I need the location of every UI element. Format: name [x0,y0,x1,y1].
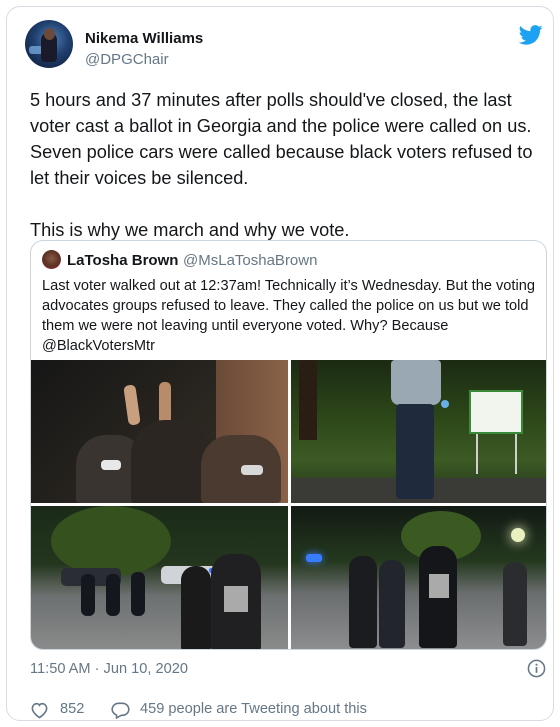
shirt-print [429,574,449,598]
walker [503,562,527,646]
officer [131,572,145,616]
walker [379,560,405,648]
man-shirt [391,360,441,405]
face-mask [101,460,121,470]
reply-bubble-icon[interactable] [111,701,130,719]
photo-crowd[interactable] [31,360,288,503]
author-avatar[interactable] [25,20,73,68]
tweet-card[interactable]: Nikema Williams @DPGChair 5 hours and 37… [6,6,554,721]
quoted-tweet[interactable]: LaTosha Brown @MsLaToshaBrown Last voter… [30,240,547,650]
quoted-text: Last voter walked out at 12:37am! Techni… [42,278,535,354]
quoted-author-name[interactable]: LaTosha Brown [67,252,178,269]
tweet-actions: 852 459 people are Tweeting about this [30,700,530,722]
tree-trunk [299,360,317,440]
street-light [511,528,525,542]
person-silhouette [131,420,211,503]
photo-grid[interactable] [31,360,546,649]
officer [81,574,95,616]
tweet-text: 5 hours and 37 minutes after polls shoul… [30,90,533,240]
like-count[interactable]: 852 [60,701,84,717]
author-name[interactable]: Nikema Williams [85,30,203,47]
photo-man-with-sign[interactable] [291,360,546,503]
walker [349,556,377,648]
twitter-bird-icon[interactable] [519,25,543,45]
quoted-author-avatar[interactable] [42,250,61,269]
man-legs [396,404,434,499]
face-mask [241,465,263,475]
photo-group-walking[interactable] [291,506,546,649]
woman-walking [181,566,211,649]
talking-count[interactable]: 459 people are Tweeting about this [140,701,367,717]
tree [51,506,171,576]
police-light [306,554,322,562]
officer [106,574,120,616]
photo-police-cars[interactable] [31,506,288,649]
raised-fist [159,382,171,424]
sign-stake [476,434,478,474]
avatar-head [44,28,55,40]
heart-icon[interactable] [30,701,49,719]
sign-stake [515,434,517,474]
author-handle[interactable]: @DPGChair [85,51,169,68]
shirt-print [224,586,248,612]
glove [441,400,449,408]
raised-fist [123,384,141,426]
quoted-author-handle[interactable]: @MsLaToshaBrown [183,252,317,269]
info-icon[interactable] [527,659,546,678]
tweet-timestamp[interactable]: 11:50 AM · Jun 10, 2020 [30,661,188,677]
polling-sign [469,390,523,434]
